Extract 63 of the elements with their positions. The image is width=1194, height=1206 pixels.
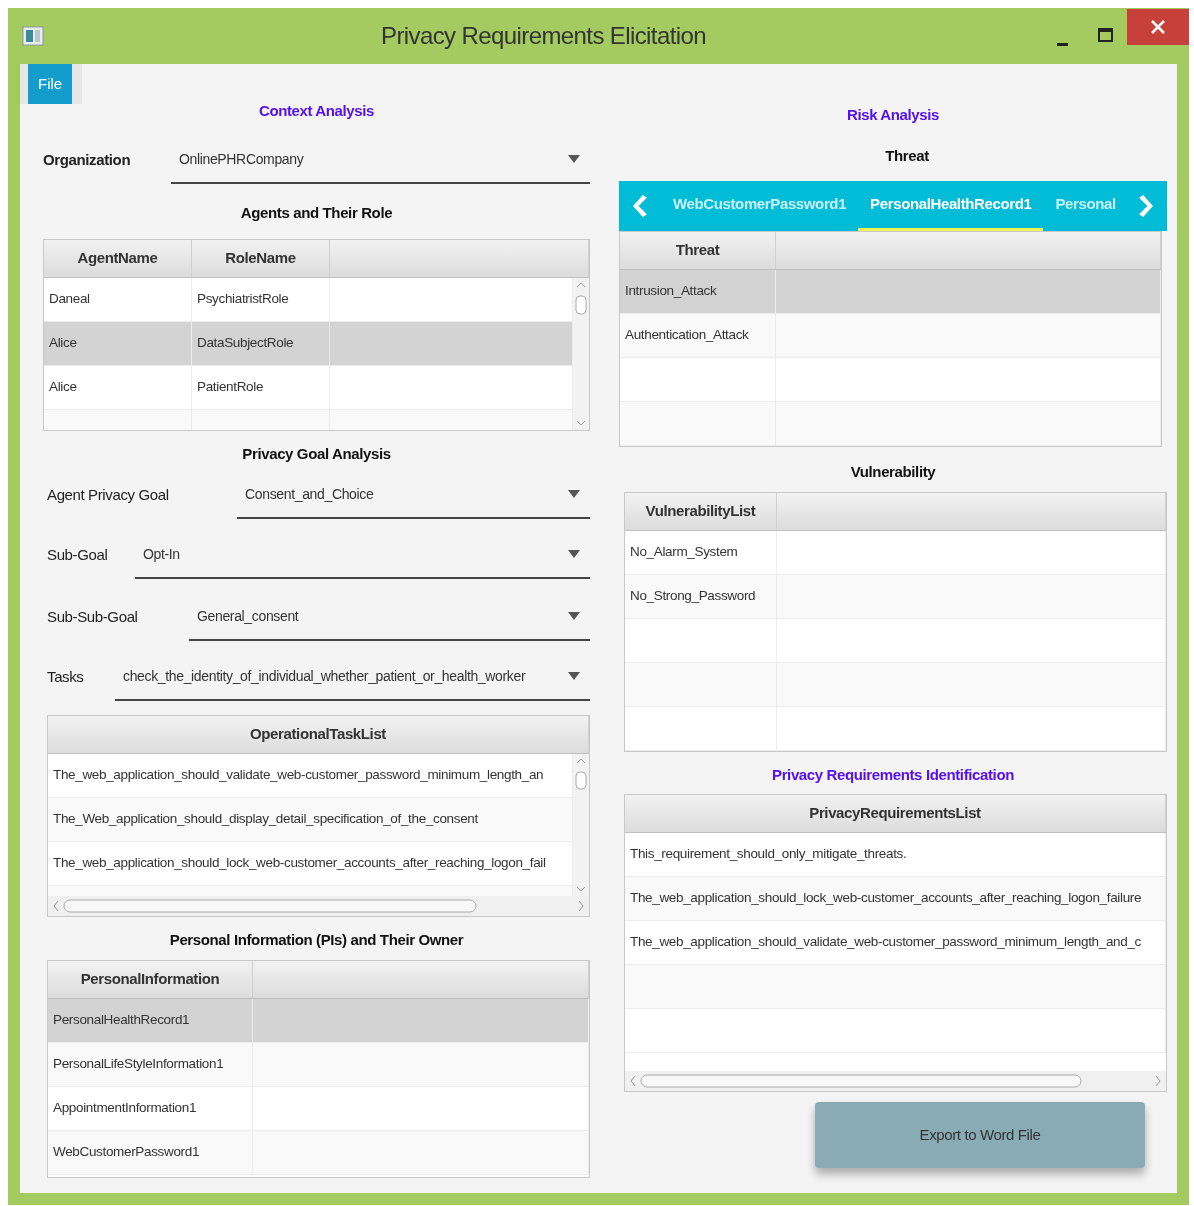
- table-cell: Alice: [44, 365, 192, 409]
- section-heading: Context Analysis: [257, 101, 376, 120]
- dropdown-field[interactable]: check_the_identity_of_individual_whether_patient_or_health_worker: [115, 653, 590, 701]
- column-header[interactable]: OperationalTaskList: [48, 716, 589, 753]
- table-row[interactable]: Daneal PsychiatristRole: [44, 277, 573, 322]
- table-heading: Privacy Goal Analysis: [241, 443, 392, 464]
- table-cell: WebCustomerPassword1: [48, 1130, 253, 1174]
- table-row[interactable]: PersonalHealthRecord1: [48, 998, 589, 1043]
- table-cell: This_requirement_should_only_mitigate_threats.: [625, 833, 1166, 876]
- table-heading: Agents and Their Role: [239, 203, 394, 223]
- field-label: Tasks: [46, 666, 85, 687]
- caret-icon: [568, 490, 580, 498]
- horizontal-scrollbar[interactable]: [48, 896, 589, 916]
- table-row[interactable]: PersonalLifeStyleInformation1: [48, 1042, 589, 1087]
- chevron-left-icon[interactable]: [633, 195, 647, 217]
- caret-icon: [568, 672, 580, 680]
- table-cell: DataSubjectRole: [192, 321, 330, 365]
- table-cell: No_Alarm_System: [625, 530, 777, 574]
- table-heading: Personal Information (PIs) and Their Owner: [168, 930, 465, 950]
- dropdown-field[interactable]: General_consent: [189, 593, 590, 641]
- table-cell: PersonalHealthRecord1: [48, 998, 253, 1042]
- section-heading: Risk Analysis: [845, 105, 941, 125]
- chevron-right-icon[interactable]: [1139, 195, 1153, 217]
- table-row[interactable]: Alice PatientRole: [44, 365, 573, 410]
- table-cell: Daneal: [44, 277, 192, 321]
- caret-icon: [568, 612, 580, 620]
- table-row[interactable]: Intrusion_Attack: [620, 270, 1161, 314]
- column-header[interactable]: PrivacyRequirementsList: [625, 795, 1166, 832]
- column-header[interactable]: RoleName: [192, 239, 330, 277]
- export-button[interactable]: Export to Word File: [815, 1102, 1145, 1168]
- table-cell: No_Strong_Password: [625, 574, 777, 618]
- table-cell: Intrusion_Attack: [620, 270, 776, 313]
- table-heading: Threat: [884, 145, 930, 166]
- table-cell: PersonalLifeStyleInformation1: [48, 1042, 253, 1086]
- table-row[interactable]: AppointmentInformation1: [48, 1086, 589, 1131]
- table-cell: The_web_application_should_validate_web-customer_password_minimum_length_and_c: [625, 921, 1166, 964]
- field-label: Agent Privacy Goal: [46, 484, 170, 505]
- field-label: Sub-Sub-Goal: [46, 606, 139, 627]
- app-icon: [22, 26, 44, 46]
- vertical-scrollbar[interactable]: [573, 754, 589, 896]
- table-heading: Vulnerability: [849, 462, 937, 482]
- horizontal-scrollbar[interactable]: [625, 1071, 1166, 1091]
- table-row[interactable]: Alice DataSubjectRole: [44, 321, 573, 366]
- table-cell: Alice: [44, 321, 192, 365]
- table-cell: PsychiatristRole: [192, 277, 330, 321]
- dropdown-field[interactable]: Opt-In: [135, 531, 590, 579]
- dropdown-field[interactable]: Consent_and_Choice: [237, 471, 590, 519]
- window-title: Privacy Requirements Elicitation: [380, 21, 707, 51]
- table-cell: Authentication_Attack: [620, 314, 776, 357]
- dropdown-field[interactable]: OnlinePHRCompany: [171, 136, 590, 184]
- table-cell: The_web_application_should_lock_web-customer_accounts_after_reaching_logon_failure: [625, 877, 1166, 920]
- column-header[interactable]: AgentName: [44, 239, 192, 277]
- table-cell: PatientRole: [192, 365, 330, 409]
- section-heading: Privacy Requirements Identification: [771, 764, 1015, 785]
- table-row[interactable]: WebCustomerPassword1: [48, 1130, 589, 1175]
- table-cell: AppointmentInformation1: [48, 1086, 253, 1130]
- vertical-scrollbar[interactable]: [573, 277, 589, 430]
- caret-icon: [568, 155, 580, 163]
- field-label: Sub-Goal: [46, 544, 109, 565]
- table-row[interactable]: Authentication_Attack: [620, 314, 1161, 358]
- caret-icon: [568, 550, 580, 558]
- field-label: Organization: [43, 149, 132, 170]
- close-button[interactable]: [1127, 9, 1189, 45]
